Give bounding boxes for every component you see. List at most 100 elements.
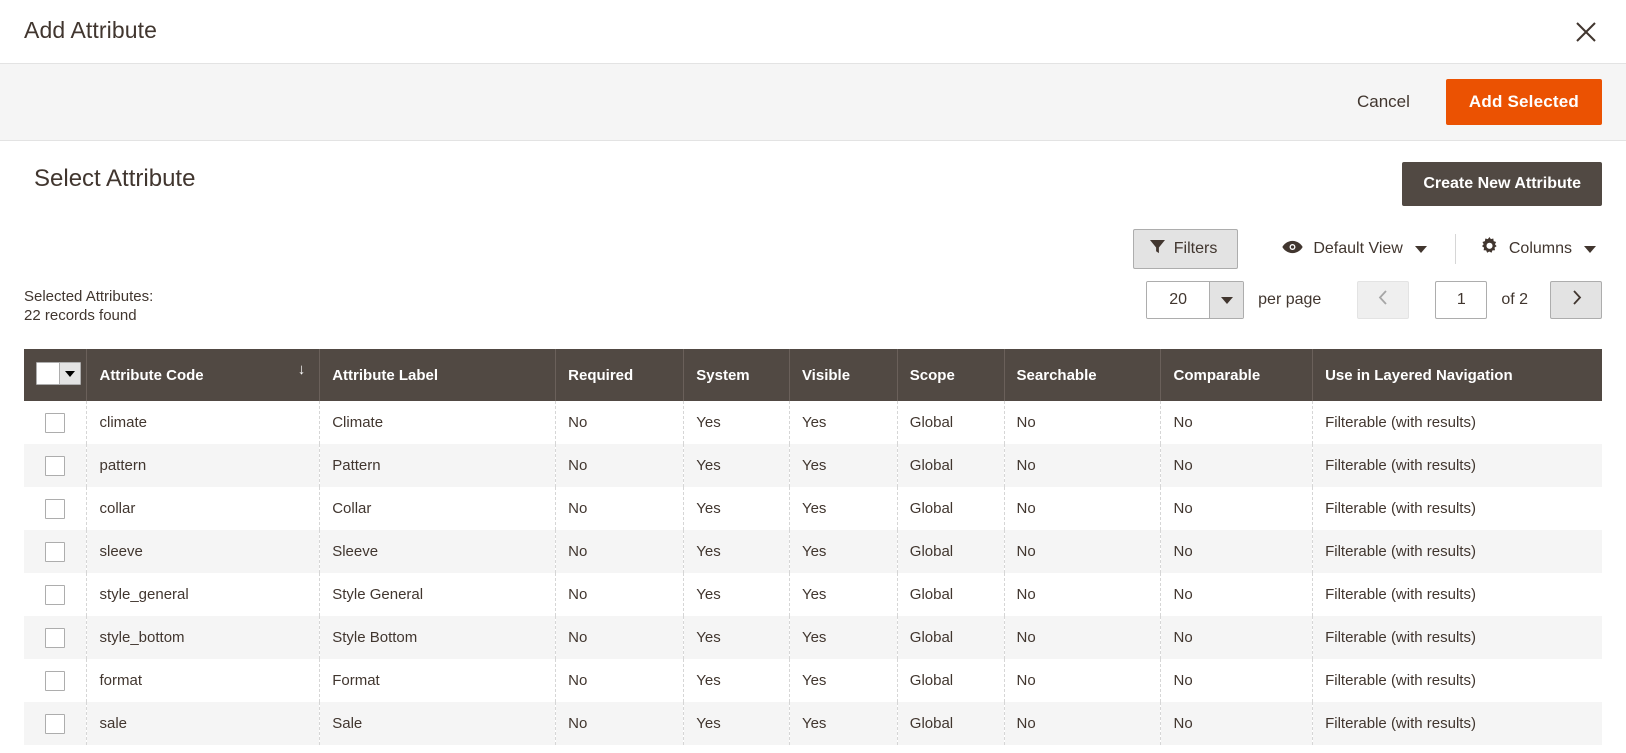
cell-comparable: No — [1160, 616, 1314, 659]
cell-visible: Yes — [789, 702, 898, 745]
cell-searchable: No — [1004, 401, 1162, 444]
cell-attribute-code: style_general — [86, 573, 321, 616]
close-button[interactable] — [1564, 10, 1608, 54]
row-select-cell[interactable] — [24, 659, 88, 702]
row-checkbox[interactable] — [45, 627, 66, 648]
cell-layered-navigation: Filterable (with results) — [1325, 629, 1476, 646]
select-all-checkbox[interactable] — [36, 362, 81, 385]
column-header-attribute-code[interactable]: Attribute Code ↓ — [86, 349, 321, 401]
cell-attribute-label: Pattern — [319, 444, 557, 487]
cell-system: Yes — [683, 702, 790, 745]
next-page-button[interactable] — [1550, 281, 1602, 319]
cell-attribute-code: climate — [86, 401, 321, 444]
cell-searchable: No — [1004, 659, 1162, 702]
cell-visible: Yes — [789, 616, 898, 659]
table-row[interactable]: format Format No Yes Yes Global No No Filterable… — [24, 659, 1602, 702]
add-selected-button[interactable]: Add Selected — [1445, 79, 1602, 125]
table-row[interactable]: collar Collar No Yes Yes Global No No Filterable… — [24, 487, 1602, 530]
row-select-cell[interactable] — [24, 401, 88, 444]
page-title: Add Attribute — [24, 17, 157, 43]
cell-visible: Yes — [789, 573, 898, 616]
columns-label: Columns — [1508, 240, 1572, 257]
row-checkbox[interactable] — [45, 541, 66, 562]
attributes-table: Attribute Code ↓ Attribute Label Require… — [24, 349, 1602, 745]
row-select-cell[interactable] — [24, 444, 88, 487]
row-checkbox[interactable] — [45, 670, 66, 691]
per-page-toggle[interactable] — [1209, 282, 1244, 318]
filters-button[interactable]: Filters — [1132, 229, 1239, 269]
cell-layered-navigation: Filterable (with results) — [1325, 586, 1476, 603]
table-row[interactable]: climate Climate No Yes Yes Global No No Filterab… — [24, 401, 1602, 444]
row-select-cell[interactable] — [24, 573, 88, 616]
column-header-attribute-label[interactable]: Attribute Label — [319, 349, 557, 401]
table-row[interactable]: sleeve Sleeve No Yes Yes Global No No Filterable… — [24, 530, 1602, 573]
column-header-visible[interactable]: Visible — [789, 349, 898, 401]
column-header-searchable[interactable]: Searchable — [1004, 349, 1162, 401]
columns-control[interactable]: Columns — [1474, 228, 1602, 270]
view-bookmarks-control[interactable]: Default View — [1276, 231, 1433, 268]
cell-searchable: No — [1004, 444, 1162, 487]
create-new-attribute-button[interactable]: Create New Attribute — [1402, 162, 1602, 206]
current-page-input[interactable] — [1435, 281, 1488, 319]
filters-label: Filters — [1173, 240, 1218, 257]
cell-visible: Yes — [789, 401, 898, 444]
table-row[interactable]: style_bottom Style Bottom No Yes Yes Global No… — [24, 616, 1602, 659]
per-page-selector[interactable]: 20 — [1146, 281, 1245, 319]
column-label: Attribute Code — [99, 366, 204, 384]
per-page-value: 20 — [1147, 282, 1210, 318]
cell-layered-navigation: Filterable (with results) — [1325, 500, 1476, 517]
row-select-cell[interactable] — [24, 616, 88, 659]
cell-scope: Global — [897, 616, 1005, 659]
modal-action-bar: Cancel Add Selected — [0, 64, 1626, 141]
column-header-scope[interactable]: Scope — [897, 349, 1005, 401]
column-header-system[interactable]: System — [683, 349, 790, 401]
cell-system: Yes — [683, 530, 790, 573]
cell-attribute-code: sleeve — [86, 530, 321, 573]
records-info: Selected Attributes: 22 records found — [24, 287, 153, 325]
cell-attribute-code: style_bottom — [86, 616, 321, 659]
cell-attribute-label: Collar — [319, 487, 557, 530]
table-row[interactable]: sale Sale No Yes Yes Global No No Filterable (wi… — [24, 702, 1602, 745]
cell-visible: Yes — [789, 487, 898, 530]
grid-subbar: Selected Attributes: 22 records found 20… — [24, 281, 1602, 347]
cell-visible: Yes — [789, 530, 898, 573]
table-row[interactable]: pattern Pattern No Yes Yes Global No No Filterab… — [24, 444, 1602, 487]
row-select-cell[interactable] — [24, 530, 88, 573]
row-checkbox[interactable] — [45, 455, 66, 476]
previous-page-button[interactable] — [1357, 281, 1410, 319]
chevron-down-icon — [65, 370, 75, 377]
cell-required: No — [555, 702, 685, 745]
table-row[interactable]: style_general Style General No Yes Yes Global… — [24, 573, 1602, 616]
column-header-comparable[interactable]: Comparable — [1160, 349, 1314, 401]
row-checkbox[interactable] — [45, 412, 66, 433]
row-checkbox[interactable] — [45, 584, 66, 605]
column-header-layered-navigation[interactable]: Use in Layered Navigation — [1312, 349, 1602, 401]
records-found-label: 22 records found — [24, 307, 137, 324]
cell-searchable: No — [1004, 487, 1162, 530]
cell-comparable: No — [1160, 487, 1314, 530]
cell-attribute-label: Style General — [319, 573, 557, 616]
section-header: Select Attribute Create New Attribute — [24, 141, 1602, 223]
cell-required: No — [555, 616, 685, 659]
cancel-button[interactable]: Cancel — [1343, 84, 1424, 120]
cell-layered-navigation: Filterable (with results) — [1325, 715, 1476, 732]
section-title: Select Attribute — [34, 165, 196, 192]
cell-attribute-label: Style Bottom — [319, 616, 557, 659]
column-header-required[interactable]: Required — [555, 349, 685, 401]
cell-attribute-label: Sleeve — [319, 530, 557, 573]
eye-icon — [1282, 240, 1303, 259]
row-select-cell[interactable] — [24, 702, 88, 745]
row-select-cell[interactable] — [24, 487, 88, 530]
cell-comparable: No — [1160, 401, 1314, 444]
cell-attribute-code: collar — [86, 487, 321, 530]
select-all-dropdown-toggle[interactable] — [59, 363, 80, 384]
cell-required: No — [555, 487, 685, 530]
cell-system: Yes — [683, 401, 790, 444]
row-checkbox[interactable] — [45, 498, 66, 519]
row-checkbox[interactable] — [45, 713, 66, 734]
chevron-left-icon — [1377, 289, 1390, 311]
attributes-grid: Attribute Code ↓ Attribute Label Require… — [24, 349, 1602, 745]
cell-visible: Yes — [789, 444, 898, 487]
cell-attribute-code: sale — [86, 702, 321, 745]
cell-scope: Global — [897, 702, 1005, 745]
